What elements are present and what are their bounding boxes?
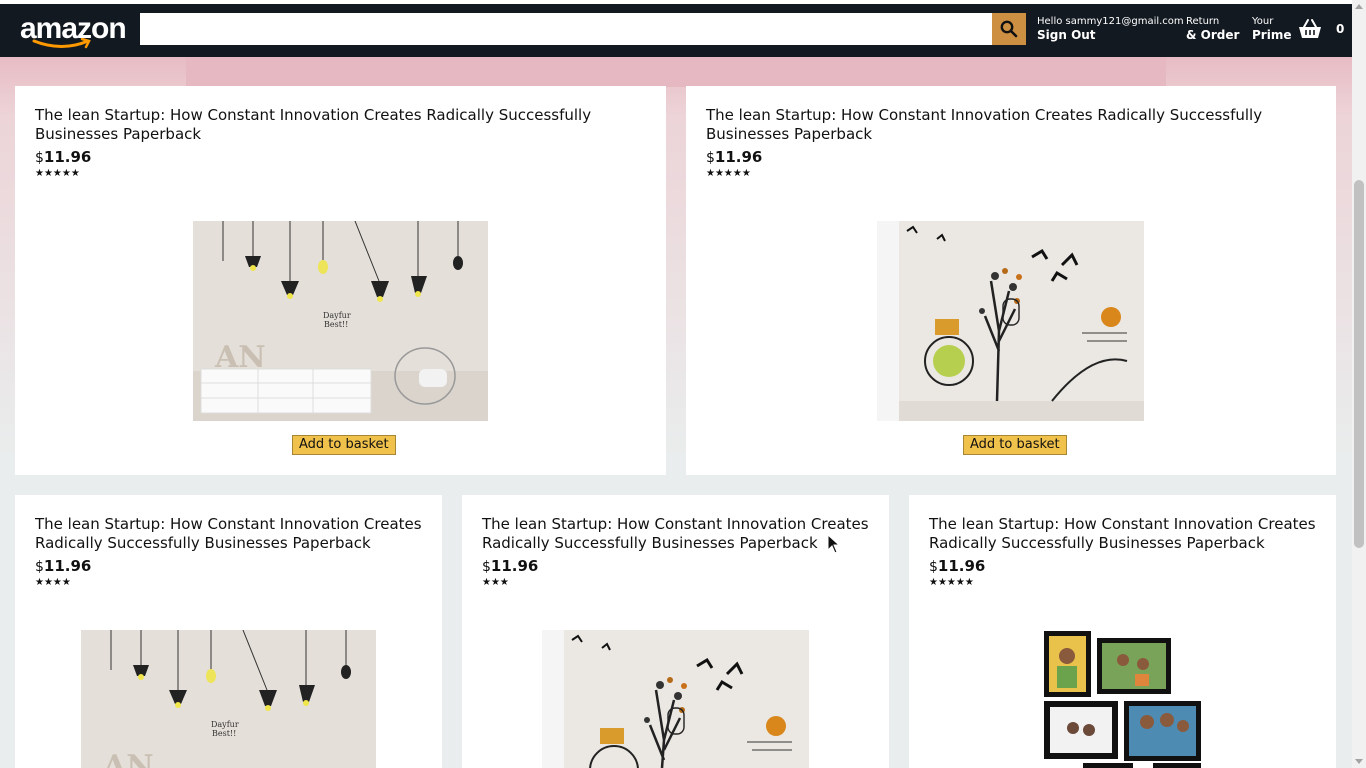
orders-line2: & Order bbox=[1186, 28, 1240, 42]
prime-option[interactable]: Your Prime bbox=[1252, 15, 1291, 43]
product-title: The lean Startup: How Constant Innovatio… bbox=[482, 515, 869, 552]
svg-text:Best!!: Best!! bbox=[324, 320, 348, 329]
product-image-wall-lamps[interactable]: Dayfur Best!! AN bbox=[81, 630, 376, 768]
product-image-tree-bicycle[interactable] bbox=[877, 221, 1144, 421]
product-card: The lean Startup: How Constant Innovatio… bbox=[15, 495, 442, 768]
product-rating: ★★★★ bbox=[35, 577, 71, 588]
price-currency: $ bbox=[35, 559, 44, 575]
product-rating: ★★★★★ bbox=[706, 168, 751, 179]
product-price: $11.96 bbox=[35, 148, 646, 166]
price-value: 11.96 bbox=[937, 557, 986, 575]
orders-line1: Return bbox=[1186, 16, 1220, 27]
price-currency: $ bbox=[929, 559, 938, 575]
basket-count: 0 bbox=[1336, 22, 1345, 36]
page-scrollbar[interactable] bbox=[1352, 0, 1366, 768]
svg-text:AN: AN bbox=[214, 340, 266, 375]
banner-strip bbox=[186, 57, 1166, 87]
logo-smile-icon bbox=[32, 38, 91, 49]
search-input[interactable] bbox=[140, 13, 992, 45]
sign-out-link[interactable]: Sign Out bbox=[1037, 28, 1184, 43]
price-currency: $ bbox=[482, 559, 491, 575]
account-option[interactable]: Hello sammy121@gmail.com Sign Out bbox=[1037, 15, 1184, 43]
basket-icon bbox=[1299, 19, 1321, 38]
search-bar bbox=[140, 13, 1026, 45]
orders-option[interactable]: Return & Order bbox=[1186, 15, 1239, 43]
price-value: 11.96 bbox=[490, 557, 539, 575]
scrollbar-thumb[interactable] bbox=[1354, 180, 1364, 548]
product-rating: ★★★ bbox=[482, 577, 509, 588]
add-to-basket-button[interactable]: Add to basket bbox=[963, 435, 1067, 455]
price-currency: $ bbox=[706, 150, 715, 166]
product-image-wall-lamps[interactable]: Dayfur Best!! AN bbox=[193, 221, 488, 421]
basket-button[interactable]: 0 bbox=[1298, 18, 1344, 40]
product-price: $11.96 bbox=[35, 557, 422, 575]
price-value: 11.96 bbox=[43, 148, 92, 166]
prime-line1: Your bbox=[1252, 16, 1274, 27]
mouse-cursor-icon bbox=[827, 534, 841, 554]
product-title: The lean Startup: How Constant Innovatio… bbox=[35, 106, 592, 143]
price-value: 11.96 bbox=[714, 148, 763, 166]
amazon-logo[interactable]: amazon bbox=[0, 4, 140, 57]
product-image-tree-bicycle[interactable] bbox=[542, 630, 809, 768]
svg-text:AN: AN bbox=[102, 749, 154, 768]
product-card: The lean Startup: How Constant Innovatio… bbox=[462, 495, 889, 768]
price-value: 11.96 bbox=[43, 557, 92, 575]
product-card: The lean Startup: How Constant Innovatio… bbox=[15, 86, 666, 475]
product-rating: ★★★★★ bbox=[35, 168, 80, 179]
svg-text:Dayfur: Dayfur bbox=[211, 720, 239, 729]
product-card: The lean Startup: How Constant Innovatio… bbox=[909, 495, 1336, 768]
product-price: $11.96 bbox=[482, 557, 869, 575]
product-price: $11.96 bbox=[929, 557, 1316, 575]
top-header: amazon Hello sammy121@gmail.com Sign Out… bbox=[0, 0, 1352, 57]
scroll-up-icon[interactable] bbox=[1355, 4, 1363, 9]
add-to-basket-button[interactable]: Add to basket bbox=[292, 435, 396, 455]
product-card: The lean Startup: How Constant Innovatio… bbox=[686, 86, 1336, 475]
product-price: $11.96 bbox=[706, 148, 1316, 166]
search-button[interactable] bbox=[992, 13, 1026, 45]
product-title: The lean Startup: How Constant Innovatio… bbox=[706, 106, 1263, 143]
account-greeting: Hello sammy121@gmail.com bbox=[1037, 16, 1184, 27]
scroll-down-icon[interactable] bbox=[1355, 759, 1363, 764]
svg-text:Best!!: Best!! bbox=[212, 729, 236, 738]
product-image-photo-frames[interactable] bbox=[1043, 630, 1203, 768]
price-currency: $ bbox=[35, 150, 44, 166]
prime-line2: Prime bbox=[1252, 28, 1292, 42]
product-title: The lean Startup: How Constant Innovatio… bbox=[35, 515, 422, 552]
svg-text:Dayfur: Dayfur bbox=[323, 311, 351, 320]
product-title: The lean Startup: How Constant Innovatio… bbox=[929, 515, 1316, 552]
product-rating: ★★★★★ bbox=[929, 577, 974, 588]
search-icon bbox=[1000, 20, 1018, 38]
